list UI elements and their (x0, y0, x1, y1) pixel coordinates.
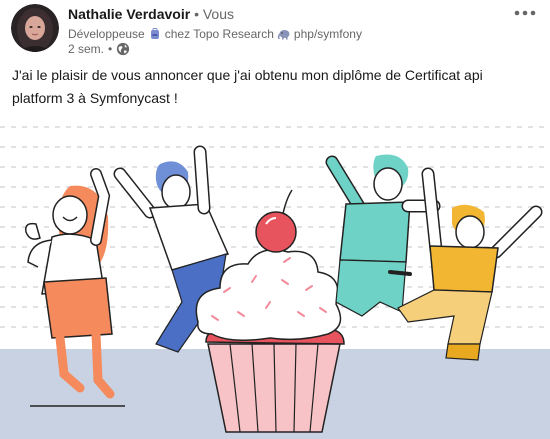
more-horizontal-icon (514, 10, 536, 16)
author-relation: Vous (202, 6, 234, 22)
globe-icon (116, 42, 130, 56)
headline-role: Développeuse (68, 27, 145, 41)
author-name[interactable]: Nathalie Verdavoir (68, 6, 190, 22)
post-meta: 2 sem. • (68, 42, 130, 56)
headline-company: chez Topo Research (164, 27, 274, 41)
post-header: Nathalie Verdavoir • Vous Développeuse c… (0, 0, 550, 60)
avatar[interactable] (11, 4, 59, 52)
post-image[interactable] (0, 112, 550, 439)
post-body-text: J'ai le plaisir de vous annoncer que j'a… (12, 64, 512, 110)
post-text-line: J'ai le plaisir de vous annoncer que j'a… (12, 67, 483, 83)
headline-tags: php/symfony (293, 27, 362, 41)
author-headline: Développeuse chez Topo Research php/symf… (68, 27, 362, 41)
elephant-emoji-icon (277, 28, 291, 40)
post-text-line: platform 3 à Symfonycast ! (12, 90, 178, 106)
linkedin-post: Nathalie Verdavoir • Vous Développeuse c… (0, 0, 550, 439)
more-options-button[interactable] (508, 2, 542, 24)
author-separator: • (194, 6, 199, 22)
meta-separator: • (108, 42, 113, 56)
backpack-emoji-icon (148, 28, 162, 40)
post-timestamp[interactable]: 2 sem. (68, 42, 104, 56)
author-line: Nathalie Verdavoir • Vous (68, 6, 234, 22)
